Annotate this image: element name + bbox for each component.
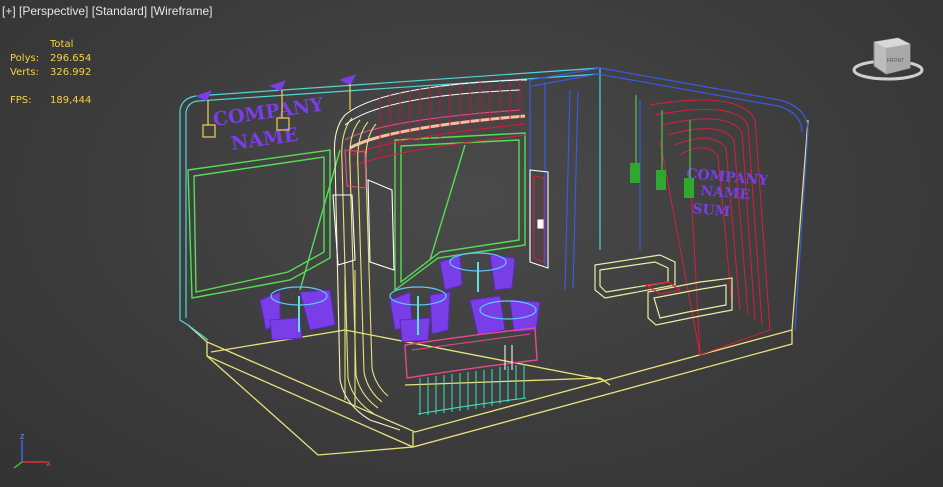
verts-label: Verts: (10, 67, 39, 78)
fps-value: 189,444 (50, 95, 92, 106)
wireframe-scene[interactable]: COMPANY NAME COMPANY NAME SUM FRONT z x (0, 0, 943, 487)
viewport-plus-menu[interactable]: [+] (2, 4, 16, 18)
fps-label: FPS: (10, 95, 32, 106)
logo2-line-2: NAME (700, 183, 751, 203)
polys-value: 296.654 (50, 53, 92, 64)
perspective-viewport[interactable]: COMPANY NAME COMPANY NAME SUM FRONT z x … (0, 0, 943, 487)
viewport-label-menu: [+] [Perspective] [Standard] [Wireframe] (2, 4, 212, 18)
viewport-view-menu[interactable]: [Perspective] (19, 4, 88, 18)
viewcube-front-label: FRONT (887, 58, 904, 64)
cafe-tables (259, 252, 541, 343)
company-logo-left: COMPANY NAME (212, 94, 326, 155)
screen-panels (187, 132, 526, 299)
viewcube[interactable]: FRONT (852, 37, 924, 81)
back-wall-right (529, 67, 809, 331)
axis-gizmo: z x (13, 431, 51, 469)
stats-total-header: Total (50, 39, 74, 50)
statistics-overlay: Total Polys: 296.654 Verts: 326.992 FPS: 18… (10, 38, 110, 108)
curved-column (332, 114, 401, 431)
logo2-line-3: SUM (692, 201, 731, 220)
axis-z-label: z (20, 431, 25, 441)
company-logo-right: COMPANY NAME SUM (686, 166, 770, 220)
axis-x-label: x (46, 458, 51, 468)
viewport-mode-menu[interactable]: [Wireframe] (150, 4, 212, 18)
polys-label: Polys: (10, 53, 40, 64)
viewport-shading-menu[interactable]: [Standard] (92, 4, 147, 18)
verts-value: 326.992 (50, 67, 92, 78)
lounge-sofas (594, 254, 733, 326)
reception-counter (404, 327, 538, 415)
